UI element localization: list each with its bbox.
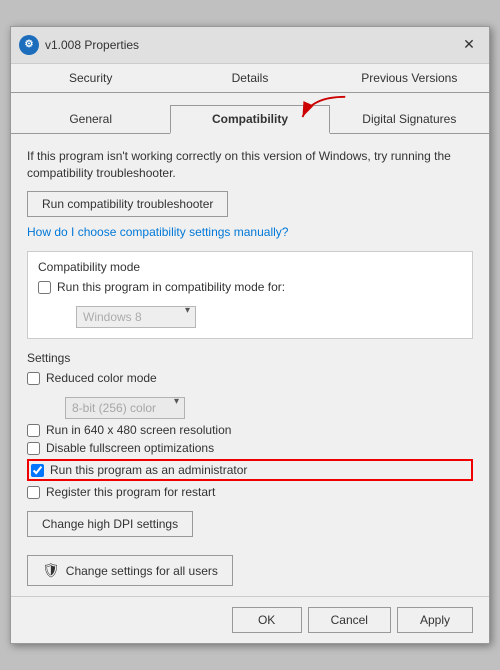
change-high-dpi-button[interactable]: Change high DPI settings xyxy=(27,511,193,537)
help-link[interactable]: How do I choose compatibility settings m… xyxy=(27,225,473,239)
footer: OK Cancel Apply xyxy=(11,596,489,643)
compat-os-dropdown[interactable]: Windows 8 Windows 7 Windows Vista Window… xyxy=(76,306,196,328)
cancel-button[interactable]: Cancel xyxy=(308,607,391,633)
reduced-color-label: Reduced color mode xyxy=(46,371,157,385)
reduced-color-row: Reduced color mode xyxy=(27,371,473,385)
disable-fullscreen-label: Disable fullscreen optimizations xyxy=(46,441,214,455)
run-as-admin-highlighted-row: Run this program as an administrator xyxy=(27,459,473,481)
tab-security[interactable]: Security xyxy=(11,64,170,92)
compat-os-dropdown-wrapper[interactable]: Windows 8 Windows 7 Windows Vista Window… xyxy=(57,302,196,328)
settings-section: Settings Reduced color mode 8-bit (256) … xyxy=(27,351,473,537)
change-all-users-label: Change settings for all users xyxy=(66,564,218,578)
main-content: If this program isn't working correctly … xyxy=(11,134,489,597)
disable-fullscreen-row: Disable fullscreen optimizations xyxy=(27,441,473,455)
tabs-row2-container: General Compatibility Digital Signatures xyxy=(11,93,489,134)
compatibility-mode-group: Compatibility mode Run this program in c… xyxy=(27,251,473,339)
tabs-row1: Security Details Previous Versions xyxy=(11,64,489,93)
compatibility-mode-checkbox[interactable] xyxy=(38,281,51,294)
compatibility-mode-checkbox-label: Run this program in compatibility mode f… xyxy=(57,280,285,294)
app-icon: ⚙ xyxy=(19,35,39,55)
info-text: If this program isn't working correctly … xyxy=(27,148,473,182)
compatibility-mode-label: Compatibility mode xyxy=(38,260,462,274)
run-troubleshooter-button[interactable]: Run compatibility troubleshooter xyxy=(27,191,228,217)
apply-button[interactable]: Apply xyxy=(397,607,473,633)
shield-icon: 🛡 xyxy=(42,562,60,579)
title-bar: ⚙ v1.008 Properties ✕ xyxy=(11,27,489,64)
tab-compatibility[interactable]: Compatibility xyxy=(170,105,329,134)
tab-previous-versions[interactable]: Previous Versions xyxy=(330,64,489,92)
run-as-admin-checkbox[interactable] xyxy=(31,464,44,477)
run-as-admin-label: Run this program as an administrator xyxy=(50,463,247,477)
640x480-checkbox[interactable] xyxy=(27,424,40,437)
tab-details[interactable]: Details xyxy=(170,64,329,92)
tab-digital-signatures[interactable]: Digital Signatures xyxy=(330,105,489,133)
640x480-row: Run in 640 x 480 screen resolution xyxy=(27,423,473,437)
close-button[interactable]: ✕ xyxy=(457,33,481,57)
register-restart-checkbox[interactable] xyxy=(27,486,40,499)
disable-fullscreen-checkbox[interactable] xyxy=(27,442,40,455)
compatibility-mode-checkbox-row: Run this program in compatibility mode f… xyxy=(38,280,462,294)
color-depth-dropdown[interactable]: 8-bit (256) color xyxy=(65,397,185,419)
properties-window: ⚙ v1.008 Properties ✕ Security Details P… xyxy=(10,26,490,645)
register-restart-label: Register this program for restart xyxy=(46,485,215,499)
tabs-row2: General Compatibility Digital Signatures xyxy=(11,105,489,134)
change-all-users-section: 🛡 Change settings for all users xyxy=(27,547,473,586)
register-restart-row: Register this program for restart xyxy=(27,485,473,499)
window-title: v1.008 Properties xyxy=(45,38,139,52)
640x480-label: Run in 640 x 480 screen resolution xyxy=(46,423,231,437)
tab-general[interactable]: General xyxy=(11,105,170,133)
reduced-color-checkbox[interactable] xyxy=(27,372,40,385)
settings-label: Settings xyxy=(27,351,473,365)
title-bar-left: ⚙ v1.008 Properties xyxy=(19,35,139,55)
ok-button[interactable]: OK xyxy=(232,607,302,633)
change-all-users-button[interactable]: 🛡 Change settings for all users xyxy=(27,555,233,586)
color-depth-dropdown-wrapper[interactable]: 8-bit (256) color xyxy=(46,393,185,419)
